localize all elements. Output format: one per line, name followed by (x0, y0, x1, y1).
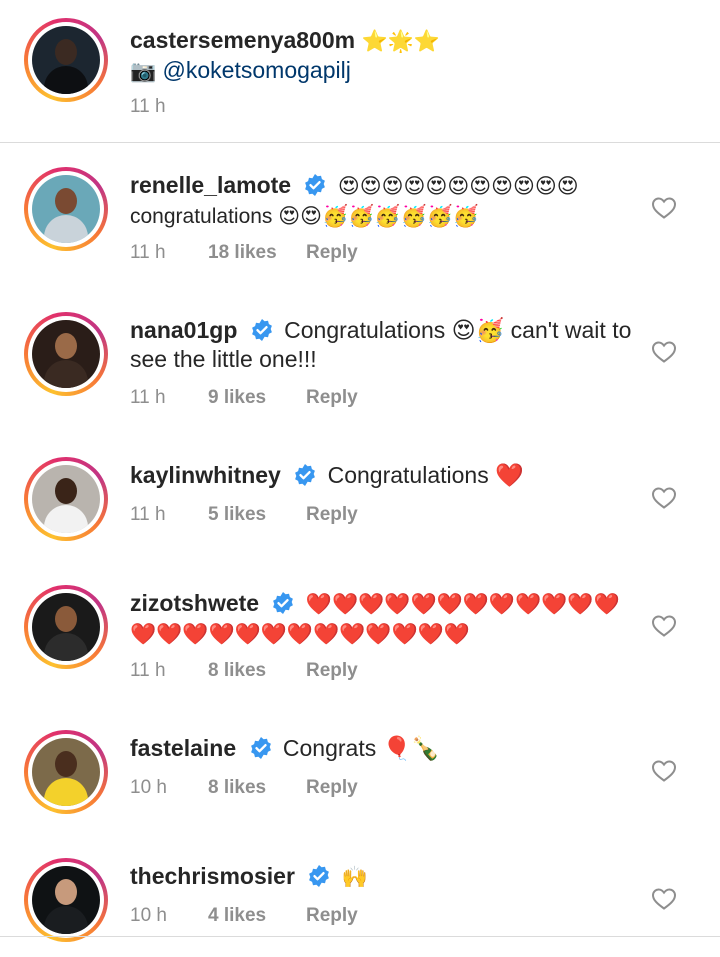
comment-time: 10 h (130, 905, 167, 926)
comment-body: Congratulations ❤️ (327, 462, 524, 488)
comment-meta: 11 h 5 likes Reply (130, 504, 358, 526)
avatar[interactable] (32, 175, 100, 243)
comment-text: thechrismosier 🙌 (130, 862, 635, 892)
verified-badge-icon (309, 865, 330, 887)
reply-button[interactable]: Reply (306, 905, 358, 927)
post-caption: castersemenya800m ⭐🌟⭐ 📷 @koketsomogapilj… (0, 0, 720, 143)
comment-meta: 11 h 18 likes Reply (130, 242, 358, 264)
avatar[interactable] (32, 593, 100, 661)
verified-badge-icon (273, 592, 294, 614)
likes-count[interactable]: 8 likes (208, 660, 306, 682)
story-ring[interactable] (24, 585, 108, 669)
avatar[interactable] (32, 26, 100, 94)
camera-icon: 📷 (130, 60, 157, 83)
caption-text: castersemenya800m ⭐🌟⭐ 📷 @koketsomogapilj (130, 26, 635, 86)
comment-username[interactable]: nana01gp (130, 317, 237, 343)
comment-body: 🙌 (341, 866, 368, 889)
comment-meta: 11 h 8 likes Reply (130, 660, 358, 682)
likes-count[interactable]: 9 likes (208, 387, 306, 409)
caption-username[interactable]: castersemenya800m (130, 27, 355, 53)
comment-time: 10 h (130, 777, 167, 798)
story-ring[interactable] (24, 312, 108, 396)
reply-button[interactable]: Reply (306, 777, 358, 799)
likes-count[interactable]: 5 likes (208, 504, 306, 526)
reply-button[interactable]: Reply (306, 387, 358, 409)
story-ring[interactable] (24, 730, 108, 814)
heart-outline-icon[interactable] (651, 196, 677, 220)
comment-text: nana01gp Congratulations 😍🥳 can't wait t… (130, 316, 635, 374)
likes-count[interactable]: 4 likes (208, 905, 306, 927)
comment-meta: 10 h 4 likes Reply (130, 905, 358, 927)
story-ring[interactable] (24, 858, 108, 942)
comment-username[interactable]: kaylinwhitney (130, 462, 281, 488)
comment-meta: 11 h 9 likes Reply (130, 387, 358, 409)
mention-link[interactable]: @koketsomogapilj (163, 57, 351, 83)
comment-username[interactable]: thechrismosier (130, 863, 295, 889)
heart-outline-icon[interactable] (651, 614, 677, 638)
reply-button[interactable]: Reply (306, 504, 358, 526)
avatar[interactable] (32, 738, 100, 806)
likes-count[interactable]: 8 likes (208, 777, 306, 799)
heart-outline-icon[interactable] (651, 887, 677, 911)
heart-outline-icon[interactable] (651, 759, 677, 783)
heart-outline-icon[interactable] (651, 486, 677, 510)
heart-outline-icon[interactable] (651, 340, 677, 364)
comment-username[interactable]: fastelaine (130, 735, 236, 761)
verified-badge-icon (250, 737, 271, 759)
story-ring[interactable] (24, 457, 108, 541)
divider (0, 936, 720, 937)
comment-text: zizotshwete ❤️❤️❤️❤️❤️❤️❤️❤️❤️❤️❤️❤️❤️❤️… (130, 589, 635, 649)
comment-text: fastelaine Congrats 🎈🍾 (130, 734, 635, 763)
comment-time: 11 h (130, 242, 166, 263)
comment-username[interactable]: renelle_lamote (130, 172, 291, 198)
comment-username[interactable]: zizotshwete (130, 590, 259, 616)
story-ring[interactable] (24, 167, 108, 251)
comment-time: 11 h (130, 387, 166, 408)
caption-meta: 11 h (130, 96, 208, 118)
reply-button[interactable]: Reply (306, 660, 358, 682)
comment-body: Congrats 🎈🍾 (282, 735, 440, 761)
comment-time: 11 h (130, 660, 166, 681)
verified-badge-icon (305, 174, 326, 196)
comment-text: renelle_lamote 😍😍😍😍😍😍😍😍😍😍😍 congratulatio… (130, 171, 635, 231)
comment-time: 11 h (130, 504, 166, 525)
caption-emojis: ⭐🌟⭐ (361, 30, 440, 53)
verified-badge-icon (295, 464, 316, 486)
likes-count[interactable]: 18 likes (208, 242, 306, 264)
avatar[interactable] (32, 866, 100, 934)
caption-time: 11 h (130, 96, 166, 117)
comment-text: kaylinwhitney Congratulations ❤️ (130, 461, 635, 490)
verified-badge-icon (251, 319, 272, 341)
comment-meta: 10 h 8 likes Reply (130, 777, 358, 799)
story-ring[interactable] (24, 18, 108, 102)
avatar[interactable] (32, 465, 100, 533)
reply-button[interactable]: Reply (306, 242, 358, 264)
avatar[interactable] (32, 320, 100, 388)
